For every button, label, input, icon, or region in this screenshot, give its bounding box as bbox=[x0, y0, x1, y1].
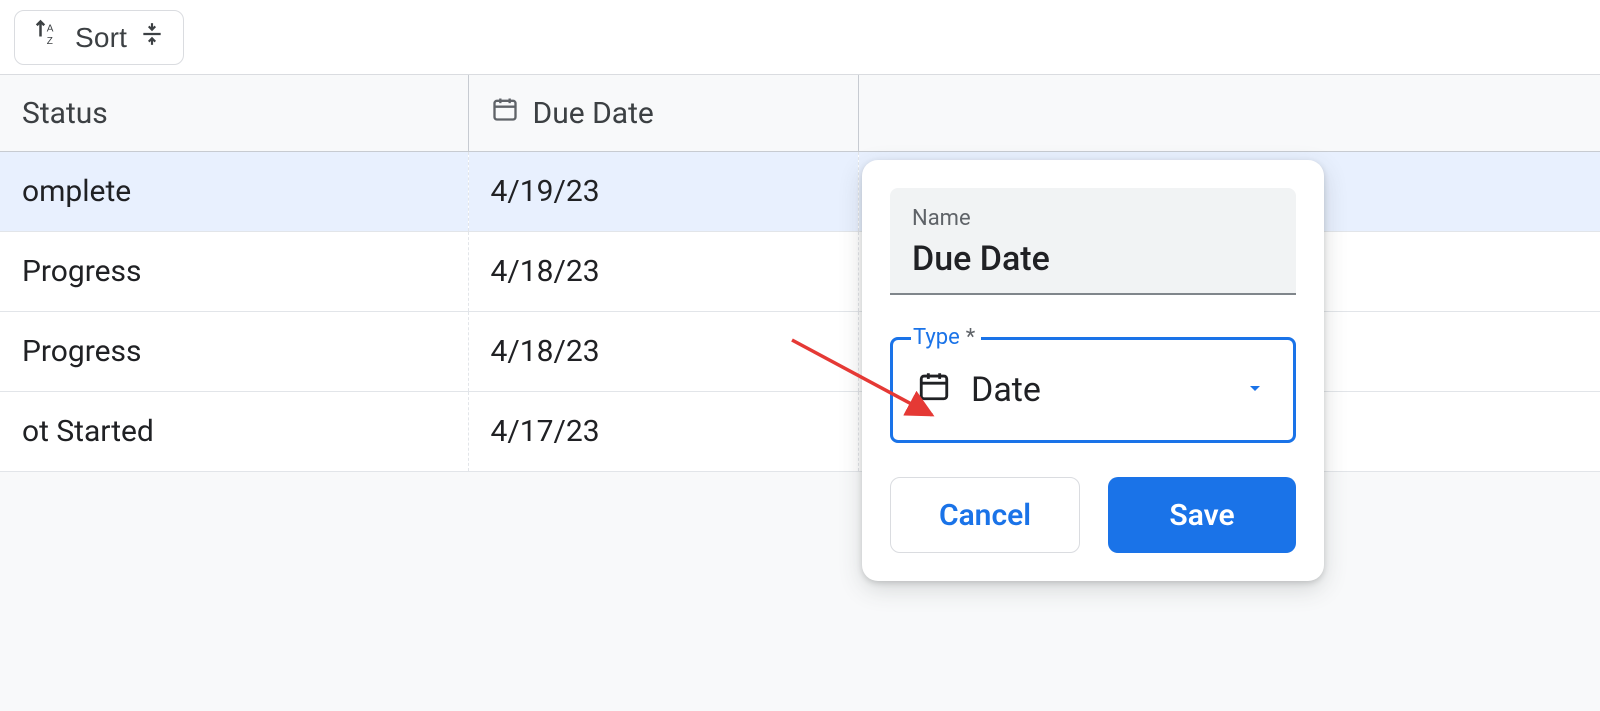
toolbar-strip: A Z Sort bbox=[0, 0, 1600, 75]
column-header-label: Due Date bbox=[533, 96, 654, 131]
table-area: Status Due Date bbox=[0, 75, 1600, 711]
column-name-field[interactable]: Name Due Date bbox=[890, 188, 1296, 295]
type-field-value: Date bbox=[971, 370, 1041, 410]
cell-status[interactable]: Progress bbox=[0, 232, 468, 312]
column-header-status[interactable]: Status bbox=[0, 75, 468, 152]
column-header-due-date[interactable]: Due Date bbox=[468, 75, 858, 152]
svg-text:Z: Z bbox=[47, 36, 53, 47]
type-field-label: Type * bbox=[911, 325, 981, 350]
cancel-button[interactable]: Cancel bbox=[890, 477, 1080, 553]
cell-status[interactable]: omplete bbox=[0, 152, 468, 232]
save-button[interactable]: Save bbox=[1108, 477, 1296, 553]
cell-status[interactable]: Progress bbox=[0, 312, 468, 392]
dropdown-caret-icon bbox=[1243, 376, 1267, 404]
column-header-label: Status bbox=[22, 96, 108, 131]
cell-status[interactable]: ot Started bbox=[0, 392, 468, 472]
cell-due-date[interactable]: 4/19/23 bbox=[468, 152, 858, 232]
sort-button[interactable]: A Z Sort bbox=[14, 10, 184, 65]
table-header-row: Status Due Date bbox=[0, 75, 1600, 152]
cell-due-date[interactable]: 4/18/23 bbox=[468, 232, 858, 312]
popup-button-row: Cancel Save bbox=[890, 477, 1296, 553]
column-settings-popup: Name Due Date Type * Date Cancel Sa bbox=[862, 160, 1324, 581]
sort-az-icon: A Z bbox=[33, 19, 63, 56]
sort-button-label: Sort bbox=[75, 22, 127, 54]
table-row[interactable]: Progress4/18/23 bbox=[0, 232, 1600, 312]
table-row[interactable]: ot Started4/17/23 bbox=[0, 392, 1600, 472]
calendar-icon bbox=[491, 95, 519, 131]
cell-due-date[interactable]: 4/18/23 bbox=[468, 312, 858, 392]
svg-text:A: A bbox=[47, 24, 54, 35]
column-type-select[interactable]: Type * Date bbox=[890, 337, 1296, 443]
table-row[interactable]: Progress4/18/23 bbox=[0, 312, 1600, 392]
column-header-empty bbox=[858, 75, 1600, 152]
compress-rows-icon bbox=[139, 21, 165, 54]
toolbar: A Z Sort bbox=[0, 0, 1600, 75]
table-row[interactable]: omplete4/19/23 bbox=[0, 152, 1600, 232]
calendar-icon bbox=[917, 369, 951, 412]
cell-due-date[interactable]: 4/17/23 bbox=[468, 392, 858, 472]
name-field-value: Due Date bbox=[912, 239, 1274, 279]
name-field-label: Name bbox=[912, 206, 1274, 231]
data-table: Status Due Date bbox=[0, 75, 1600, 472]
